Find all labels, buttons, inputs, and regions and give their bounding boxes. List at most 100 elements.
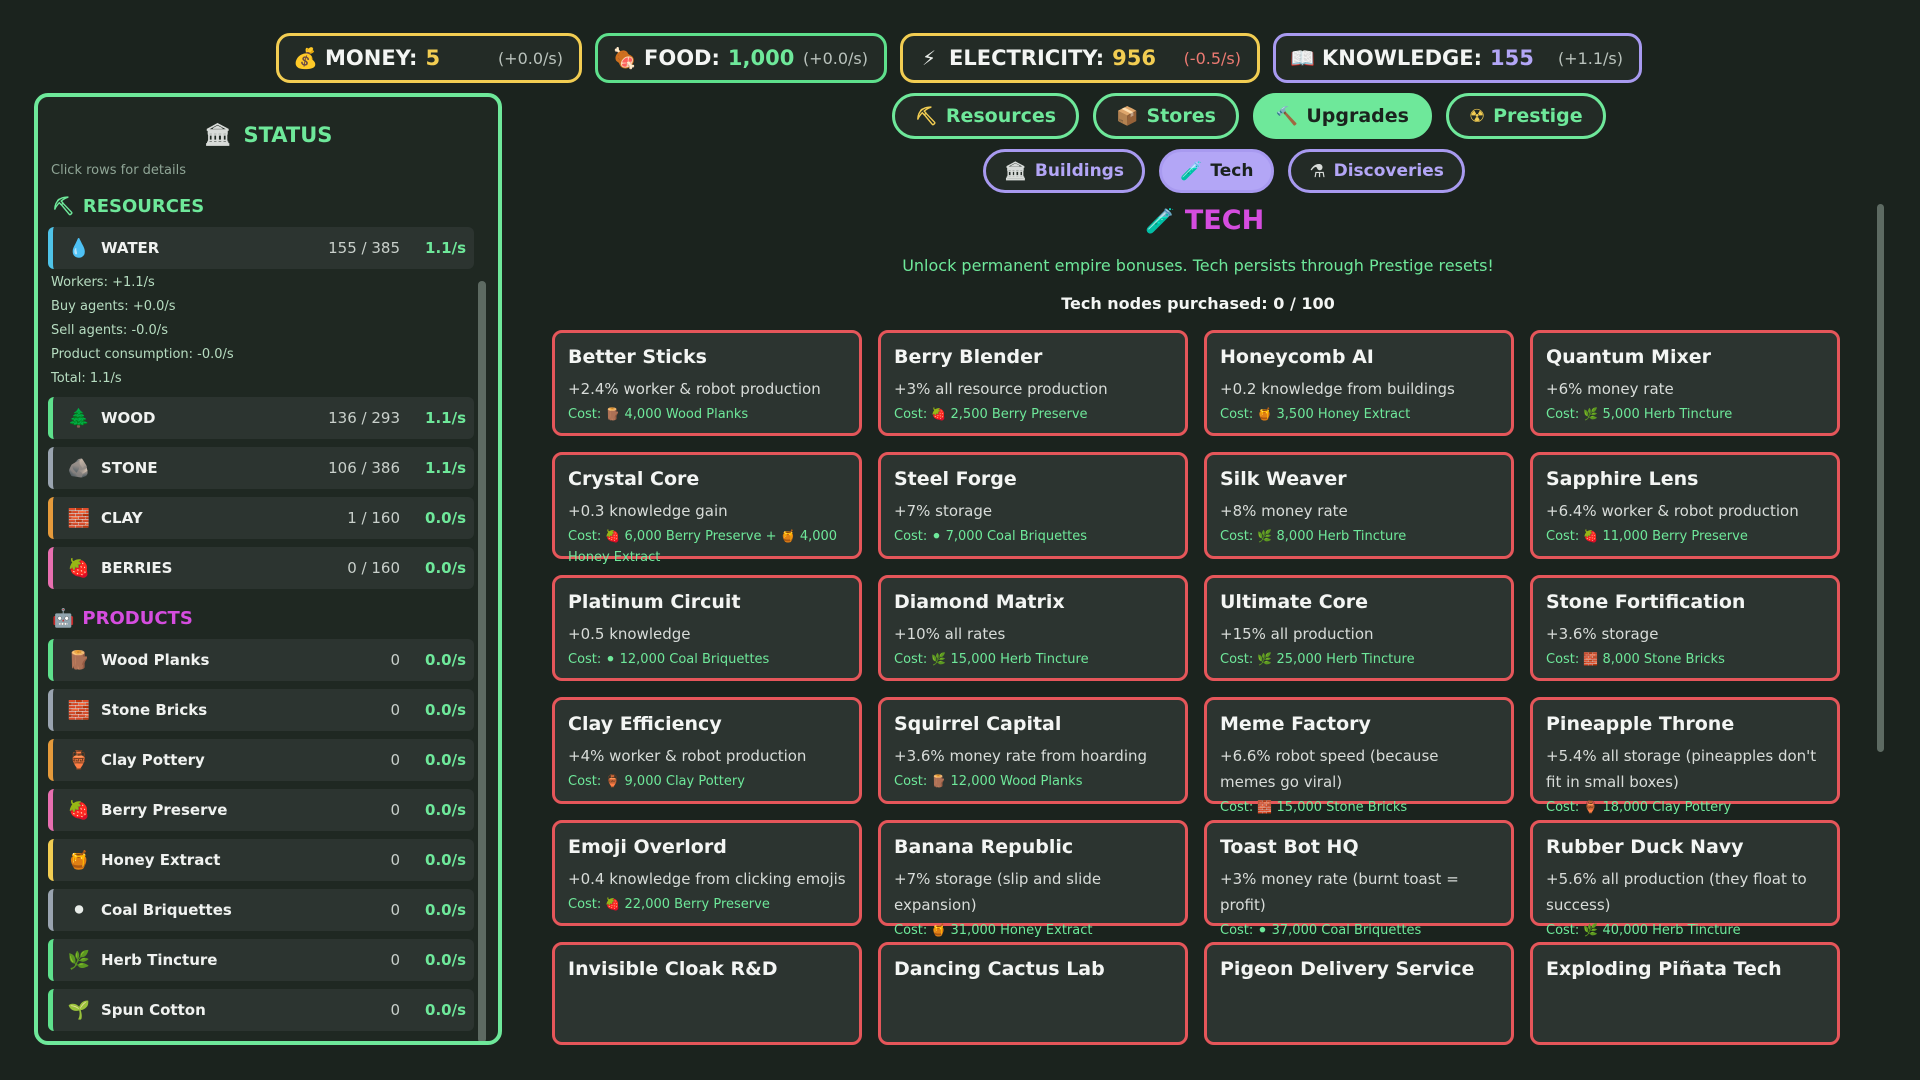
resource-row-water[interactable]: 💧 WATER 155 / 385 1.1/s [48, 227, 474, 269]
tech-card-description: +6.6% robot speed (because memes go vira… [1220, 747, 1439, 792]
row-amount: 0 [390, 951, 400, 969]
detail-line: Product consumption: -0.0/s [51, 347, 234, 362]
tech-card-quantum-mixer[interactable]: Quantum Mixer +6% money rate Cost: 🌿 5,000… [1530, 330, 1840, 437]
tech-card-cost: Cost: 🌿 15,000 Herb Tincture [894, 649, 1172, 670]
cost-item-text: 2,500 Berry Preserve [950, 407, 1088, 422]
product-row-coal-briquettes[interactable]: ⚫ Coal Briquettes 0 0.0/s [48, 889, 474, 931]
elec-rate: (-0.5/s) [1183, 48, 1241, 68]
tab-label: Prestige [1493, 105, 1583, 127]
cost-item-icon: 🌿 [1257, 529, 1273, 544]
tech-card-better-sticks[interactable]: Better Sticks +2.4% worker & robot produc… [552, 330, 862, 437]
tech-card-emoji-overlord[interactable]: Emoji Overlord +0.4 knowledge from clicki… [552, 819, 862, 926]
product-row-berry-preserve[interactable]: 🍓 Berry Preserve 0 0.0/s [48, 789, 474, 831]
tab-upgrades[interactable]: 🔨 Upgrades [1252, 93, 1432, 139]
tech-card-crystal-core[interactable]: Crystal Core +0.3 knowledge gain Cost: 🍓 6… [552, 452, 862, 565]
tech-card-description: +2.4% worker & robot production [568, 380, 821, 398]
resource-row-wood[interactable]: 🌲 WOOD 136 / 293 1.1/s [48, 397, 474, 439]
tech-card-rubber-duck-navy[interactable]: Rubber Duck Navy +5.6% all production (th… [1530, 819, 1840, 938]
cost-item-icon: 🍓 [1583, 529, 1599, 544]
tech-title-text: TECH [1184, 205, 1265, 236]
tech-card-ultimate-core[interactable]: Ultimate Core +15% all production Cost: 🌿 … [1204, 574, 1514, 682]
tab-stores[interactable]: 📦 Stores [1093, 93, 1239, 139]
tab-prestige[interactable]: ☢ Prestige [1445, 93, 1606, 139]
resource-row-berries[interactable]: 🍓 BERRIES 0 / 160 0.0/s [48, 547, 474, 589]
tech-card-steel-forge[interactable]: Steel Forge +7% storage Cost: ⚫ 7,000 Coal… [878, 452, 1188, 559]
tech-card-exploding-pi-ata-tech[interactable]: Exploding Piñata Tech [1530, 942, 1840, 1045]
food-counter: 🍖 FOOD: 1,000 (+0.0/s) [595, 33, 887, 83]
cost-label: Cost: [568, 774, 602, 790]
row-name: WOOD [101, 409, 156, 427]
brick-icon: 🧱 [67, 699, 91, 721]
tech-card-clay-efficiency[interactable]: Clay Efficiency +4% worker & robot produc… [552, 697, 862, 804]
product-row-clay-pottery[interactable]: 🏺 Clay Pottery 0 0.0/s [48, 739, 474, 781]
tech-card-honeycomb-ai[interactable]: Honeycomb AI +0.2 knowledge from building… [1204, 330, 1514, 437]
cost-item-text: 18,000 Clay Pottery [1602, 800, 1732, 816]
product-row-herb-tincture[interactable]: 🌿 Herb Tincture 0 0.0/s [48, 939, 474, 981]
tech-card-title: Silk Weaver [1220, 468, 1347, 491]
tech-card-stone-fortification[interactable]: Stone Fortification +3.6% storage Cost: 🧱 … [1530, 574, 1840, 682]
log-icon: 🪵 [67, 649, 91, 671]
row-name: Clay Pottery [101, 751, 205, 769]
status-list[interactable]: ⛏ RESOURCES 💧 WATER 155 / 385 1.1/s Workers:… [48, 185, 474, 1041]
tech-card-diamond-matrix[interactable]: Diamond Matrix +10% all rates Cost: 🌿 15,0… [878, 574, 1188, 682]
row-name: WATER [101, 239, 160, 257]
coal-icon: ⚫ [71, 899, 87, 921]
tech-card-pigeon-delivery-service[interactable]: Pigeon Delivery Service [1204, 942, 1514, 1045]
row-amount: 1 / 160 [347, 509, 400, 527]
radiation-icon: ☢ [1468, 105, 1486, 127]
know-rate: (+1.1/s) [1557, 48, 1623, 68]
product-row-wood-planks[interactable]: 🪵 Wood Planks 0 0.0/s [48, 639, 474, 681]
tech-card-title: Steel Forge [894, 468, 1017, 491]
meat-icon: 🍖 [612, 46, 637, 70]
tech-card-sapphire-lens[interactable]: Sapphire Lens +6.4% worker & robot produc… [1530, 452, 1840, 559]
row-amount: 0 [390, 651, 400, 669]
tech-card-title: Pigeon Delivery Service [1220, 958, 1475, 980]
tech-card-berry-blender[interactable]: Berry Blender +3% all resource production… [878, 330, 1188, 437]
tech-card-platinum-circuit[interactable]: Platinum Circuit +0.5 knowledge Cost: ⚫ 12… [552, 574, 862, 682]
tech-card-title: Berry Blender [894, 346, 1043, 368]
know-counter: 📖 KNOWLEDGE: 155 (+1.1/s) [1273, 33, 1642, 83]
tree-icon: 🌲 [67, 407, 91, 429]
tech-card-title: Stone Fortification [1546, 590, 1746, 613]
tab-tech[interactable]: 🧪 Tech [1158, 149, 1275, 193]
pickaxe-icon: ⛏ [915, 105, 938, 127]
tech-card-invisible-cloak-r-d[interactable]: Invisible Cloak R&D [552, 942, 862, 1045]
tech-card-pineapple-throne[interactable]: Pineapple Throne +5.4% all storage (pinea… [1530, 697, 1840, 815]
tech-card-silk-weaver[interactable]: Silk Weaver +8% money rate Cost: 🌿 8,000 H… [1204, 452, 1514, 559]
product-row-honey-extract[interactable]: 🍯 Honey Extract 0 0.0/s [48, 839, 474, 881]
tech-card-dancing-cactus-lab[interactable]: Dancing Cactus Lab [878, 942, 1188, 1045]
product-row-stone-bricks[interactable]: 🧱 Stone Bricks 0 0.0/s [48, 689, 474, 731]
cost-item-icon: 🍯 [931, 922, 947, 937]
row-amount: 0 / 160 [347, 559, 400, 577]
cost-label: Cost: [1546, 407, 1580, 422]
tech-card-meme-factory[interactable]: Meme Factory +6.6% robot speed (because m… [1204, 697, 1514, 815]
tech-card-title: Invisible Cloak R&D [568, 958, 778, 980]
tab-discoveries[interactable]: ⚗ Discoveries [1288, 149, 1465, 193]
cost-label: Cost: [568, 651, 602, 667]
tech-card-squirrel-capital[interactable]: Squirrel Capital +3.6% money rate from ho… [878, 697, 1188, 804]
status-scrollbar-thumb[interactable] [478, 281, 486, 1041]
tab-resources[interactable]: ⛏ Resources [892, 93, 1080, 139]
main-scrollbar-thumb[interactable] [1877, 204, 1884, 752]
tab-buildings[interactable]: 🏛 Buildings [983, 149, 1145, 193]
tech-card-title: Rubber Duck Navy [1546, 835, 1744, 858]
tech-card-description: +8% money rate [1220, 502, 1348, 521]
elec-label: ELECTRICITY: [949, 46, 1105, 70]
cost-item-icon: 🌿 [1257, 651, 1273, 666]
tech-card-cost: Cost: 🍯 3,500 Honey Extract [1220, 404, 1498, 425]
tech-card-description: +4% worker & robot production [568, 747, 807, 766]
tech-card-cost: Cost: 🌿 25,000 Herb Tincture [1220, 649, 1498, 670]
resource-row-clay[interactable]: 🧱 CLAY 1 / 160 0.0/s [48, 497, 474, 539]
cost-item-text: 22,000 Berry Preserve [624, 896, 770, 912]
tech-card-title: Diamond Matrix [894, 590, 1065, 613]
cost-label: Cost: [1546, 800, 1580, 816]
cost-item-icon: 🧱 [1257, 800, 1273, 815]
tech-card-cost: Cost: 🍓 22,000 Berry Preserve [568, 894, 846, 915]
resource-row-stone[interactable]: 🪨 STONE 106 / 386 1.1/s [48, 447, 474, 489]
product-row-spun-cotton[interactable]: 🌱 Spun Cotton 0 0.0/s [48, 989, 474, 1031]
tech-card-toast-bot-hq[interactable]: Toast Bot HQ +3% money rate (burnt toast … [1204, 819, 1514, 938]
tech-card-title: Better Sticks [568, 346, 707, 368]
tech-card-banana-republic[interactable]: Banana Republic +7% storage (slip and sli… [878, 819, 1188, 938]
tech-card-cost: Cost: 🪵 12,000 Wood Planks [894, 771, 1172, 792]
tech-card-cost: Cost: 🌿 40,000 Herb Tincture [1546, 920, 1824, 941]
